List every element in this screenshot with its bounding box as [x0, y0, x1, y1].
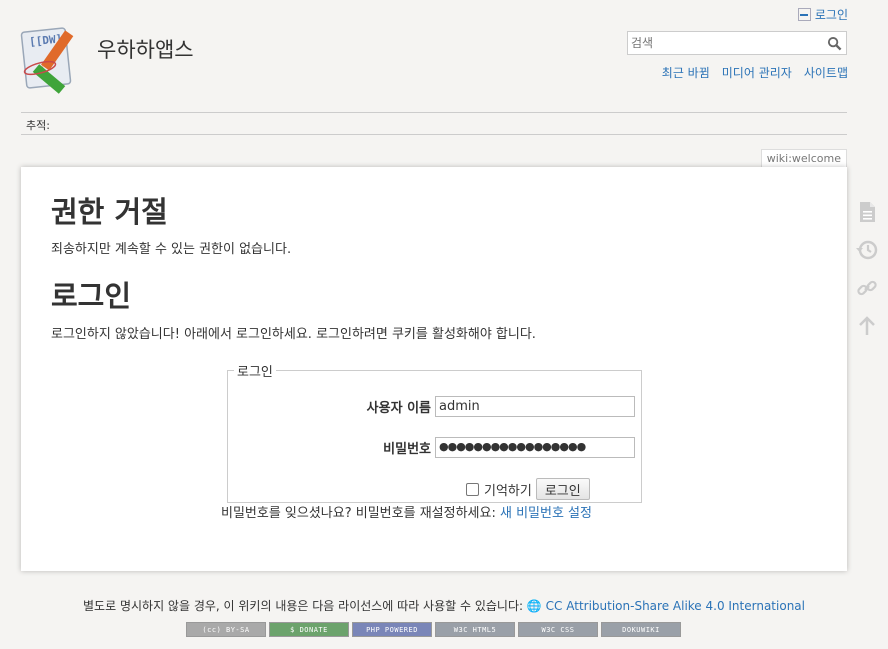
license-text: 별도로 명시하지 않을 경우, 이 위키의 내용은 다음 라이선스에 따라 사용… [83, 599, 524, 613]
login-button[interactable]: 로그인 [535, 478, 590, 500]
page-content: 권한 거절 죄송하지만 계속할 수 있는 권한이 없습니다. 로그인 로그인하지… [21, 167, 847, 571]
search-box [627, 31, 847, 55]
remember-label[interactable]: 기억하기 [484, 480, 532, 499]
login-text: 로그인하지 않았습니다! 아래에서 로그인하세요. 로그인하려면 쿠키를 활성화… [51, 327, 536, 342]
backlinks-icon[interactable] [855, 276, 879, 300]
login-icon [797, 8, 811, 21]
dokuwiki-badge[interactable]: DOKUWIKI [601, 622, 681, 637]
search-input[interactable] [628, 32, 818, 54]
user-tools: 로그인 [797, 6, 848, 23]
back-to-top-icon[interactable] [855, 314, 879, 338]
css-badge[interactable]: W3C CSS [518, 622, 598, 637]
html5-badge[interactable]: W3C HTML5 [435, 622, 515, 637]
php-badge[interactable]: PHP POWERED [352, 622, 432, 637]
old-revisions-icon[interactable] [855, 238, 879, 262]
username-field[interactable]: admin [435, 396, 635, 417]
license-info: 별도로 명시하지 않을 경우, 이 위키의 내용은 다음 라이선스에 따라 사용… [0, 597, 888, 614]
password-field[interactable]: ●●●●●●●●●●●●●●●●● [435, 437, 635, 458]
recent-changes-link[interactable]: 최근 바뀜 [662, 64, 710, 81]
remember-checkbox[interactable] [466, 482, 479, 496]
dokuwiki-logo[interactable]: [[DW]] [18, 26, 88, 94]
login-form: 로그인 사용자 이름 admin 비밀번호 ●●●●●●●●●●●●●●●●● … [227, 361, 642, 503]
sitemap-link[interactable]: 사이트맵 [804, 64, 848, 81]
donate-badge[interactable]: $ DONATE [269, 622, 349, 637]
divider [21, 134, 847, 135]
search-icon[interactable] [827, 36, 842, 51]
login-heading: 로그인 [51, 279, 132, 313]
reset-password-link[interactable]: 새 비밀번호 설정 [500, 506, 592, 521]
breadcrumb: 추적: [26, 119, 50, 132]
cc-icon: 🌐 [526, 599, 542, 613]
media-manager-link[interactable]: 미디어 관리자 [722, 64, 792, 81]
denied-text: 죄송하지만 계속할 수 있는 권한이 없습니다. [51, 242, 292, 257]
login-link[interactable]: 로그인 [815, 6, 848, 23]
login-form-legend: 로그인 [237, 365, 273, 380]
forgot-password: 비밀번호를 잊으셨나요? 비밀번호를 재설정하세요: 새 비밀번호 설정 [221, 502, 592, 521]
password-label: 비밀번호 [383, 442, 431, 457]
divider [21, 112, 847, 113]
license-link[interactable]: CC Attribution-Share Alike 4.0 Internati… [546, 599, 805, 613]
show-page-icon[interactable] [855, 200, 879, 224]
footer-badges: (cc) BY-SA $ DONATE PHP POWERED W3C HTML… [186, 622, 681, 637]
denied-heading: 권한 거절 [51, 195, 168, 229]
username-label: 사용자 이름 [366, 401, 431, 416]
site-tools: 최근 바뀜 미디어 관리자 사이트맵 [662, 64, 848, 81]
cc-badge[interactable]: (cc) BY-SA [186, 622, 266, 637]
forgot-text: 비밀번호를 잊으셨나요? 비밀번호를 재설정하세요: [221, 506, 496, 521]
site-title[interactable]: 우하하앱스 [97, 34, 194, 64]
page-id[interactable]: wiki:welcome [760, 149, 847, 167]
